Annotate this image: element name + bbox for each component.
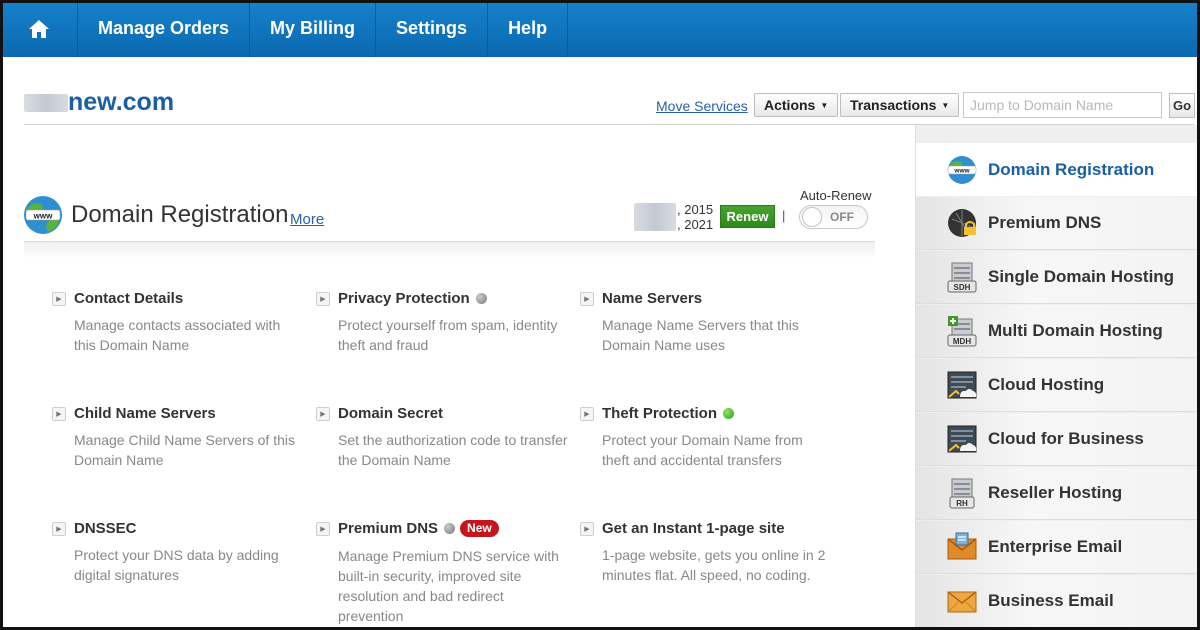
cloud-business-icon xyxy=(947,425,977,453)
transactions-dropdown[interactable]: Transactions ▼ xyxy=(840,93,960,117)
www-globe-icon: www xyxy=(24,196,62,234)
www-globe-icon: www xyxy=(947,155,977,184)
renew-button[interactable]: Renew xyxy=(720,205,775,228)
nav-help[interactable]: Help xyxy=(488,0,569,57)
domain-suffix: new.com xyxy=(68,88,175,116)
auto-renew-toggle[interactable]: OFF xyxy=(799,205,868,229)
section-title: Domain Registration xyxy=(71,201,289,228)
sidebar-item-single-domain-hosting[interactable]: SDH Single Domain Hosting xyxy=(916,251,1200,304)
registration-date: , 2015 xyxy=(677,202,714,217)
more-link[interactable]: More xyxy=(290,211,324,228)
arrow-right-icon: ▶ xyxy=(580,292,594,306)
arrow-right-icon: ▶ xyxy=(52,522,66,536)
status-gray-dot-icon xyxy=(444,523,456,534)
sidebar-item-business-email[interactable]: Business Email xyxy=(916,575,1200,628)
section-divider xyxy=(24,241,875,259)
arrow-right-icon: ▶ xyxy=(580,407,594,421)
card-desc: Manage Name Servers that this Domain Nam… xyxy=(602,317,799,353)
card-title: Get an Instant 1-page site xyxy=(602,520,785,537)
top-nav: Manage Orders My Billing Settings Help xyxy=(0,0,1200,57)
sidebar-item-domain-registration[interactable]: www Domain Registration xyxy=(916,143,1200,196)
card-title: Child Name Servers xyxy=(74,405,216,422)
card-title: DNSSEC xyxy=(74,520,137,537)
actions-dropdown[interactable]: Actions ▼ xyxy=(754,93,839,117)
home-button[interactable] xyxy=(0,0,78,57)
nav-manage-orders[interactable]: Manage Orders xyxy=(78,0,251,57)
business-email-icon xyxy=(947,591,977,613)
status-gray-dot-icon xyxy=(475,293,487,304)
transactions-label: Transactions xyxy=(850,97,937,113)
status-green-dot-icon xyxy=(723,408,734,419)
caret-down-icon: ▼ xyxy=(941,100,950,110)
sidebar-label: Premium DNS xyxy=(988,213,1102,232)
svg-text:www: www xyxy=(953,167,970,174)
card-desc: 1-page website, gets you online in 2 min… xyxy=(602,547,826,583)
jump-to-domain-input[interactable] xyxy=(963,92,1162,118)
rh-server-icon: RH xyxy=(949,478,975,509)
arrow-right-icon: ▶ xyxy=(580,522,594,536)
sidebar-item-multi-domain-hosting[interactable]: MDH Multi Domain Hosting xyxy=(916,305,1200,358)
nav-settings[interactable]: Settings xyxy=(376,0,489,57)
card-title: Domain Secret xyxy=(338,405,444,422)
sidebar-item-premium-dns[interactable]: Premium DNS xyxy=(916,197,1200,250)
home-icon xyxy=(28,19,49,38)
arrow-right-icon: ▶ xyxy=(316,407,330,421)
svg-text:MDH: MDH xyxy=(953,337,971,346)
mdh-server-icon: MDH xyxy=(947,316,977,347)
move-services-link[interactable]: Move Services xyxy=(656,98,748,114)
sidebar-item-cloud-for-business[interactable]: Cloud for Business xyxy=(916,413,1200,466)
auto-renew-label: Auto-Renew xyxy=(800,188,872,203)
go-button[interactable]: Go xyxy=(1169,93,1195,118)
card-title: Name Servers xyxy=(602,290,703,307)
sdh-server-icon: SDH xyxy=(947,262,977,293)
arrow-right-icon: ▶ xyxy=(52,407,66,421)
separator: | xyxy=(782,208,786,223)
actions-label: Actions xyxy=(764,97,816,113)
card-desc: Manage Premium DNS service with built-in… xyxy=(338,548,559,624)
card-desc: Protect yourself from spam, identity the… xyxy=(338,317,558,353)
redacted-domain-prefix xyxy=(24,93,68,112)
domain-name-title: new.com xyxy=(24,88,174,117)
sidebar-label: Business Email xyxy=(988,591,1114,610)
sidebar-label: Domain Registration xyxy=(988,159,1155,179)
sidebar-item-enterprise-email[interactable]: Enterprise Email xyxy=(916,521,1200,574)
sidebar-label: Multi Domain Hosting xyxy=(988,321,1163,340)
sidebar-label: Reseller Hosting xyxy=(988,483,1123,502)
arrow-right-icon: ▶ xyxy=(52,292,66,306)
card-desc: Manage contacts associated with this Dom… xyxy=(74,317,281,353)
svg-text:www: www xyxy=(33,212,53,221)
cloud-hosting-icon xyxy=(947,371,977,399)
sidebar-label: Single Domain Hosting xyxy=(988,267,1175,286)
enterprise-email-icon xyxy=(947,532,977,560)
sidebar-item-reseller-hosting[interactable]: RH Reseller Hosting xyxy=(916,467,1200,520)
toggle-state: OFF xyxy=(830,210,854,224)
card-title: Premium DNS xyxy=(338,520,439,537)
svg-text:RH: RH xyxy=(956,499,968,508)
sidebar-label: Enterprise Email xyxy=(988,537,1123,556)
redacted-dates xyxy=(634,203,676,231)
sidebar-label: Cloud for Business xyxy=(988,429,1144,448)
card-title: Privacy Protection xyxy=(338,290,470,307)
new-badge: New xyxy=(460,520,499,537)
card-desc: Set the authorization code to transfer t… xyxy=(338,432,568,468)
nav-my-billing[interactable]: My Billing xyxy=(250,0,377,57)
sidebar-label: Cloud Hosting xyxy=(988,375,1105,394)
card-desc: Protect your Domain Name from theft and … xyxy=(602,432,803,468)
card-desc: Manage Child Name Servers of this Domain… xyxy=(74,432,295,468)
premium-dns-icon xyxy=(948,209,976,237)
services-sidebar: www Domain Registration Premium DNS SDH … xyxy=(915,125,1200,630)
expiry-date: , 2021 xyxy=(677,217,714,232)
arrow-right-icon: ▶ xyxy=(316,522,330,536)
toggle-knob xyxy=(802,207,822,227)
sidebar-item-cloud-hosting[interactable]: Cloud Hosting xyxy=(916,359,1200,412)
card-title: Contact Details xyxy=(74,290,184,307)
card-desc: Protect your DNS data by adding digital … xyxy=(74,547,279,583)
svg-text:SDH: SDH xyxy=(954,283,971,292)
caret-down-icon: ▼ xyxy=(820,100,829,110)
card-title: Theft Protection xyxy=(602,405,717,422)
arrow-right-icon: ▶ xyxy=(316,292,330,306)
